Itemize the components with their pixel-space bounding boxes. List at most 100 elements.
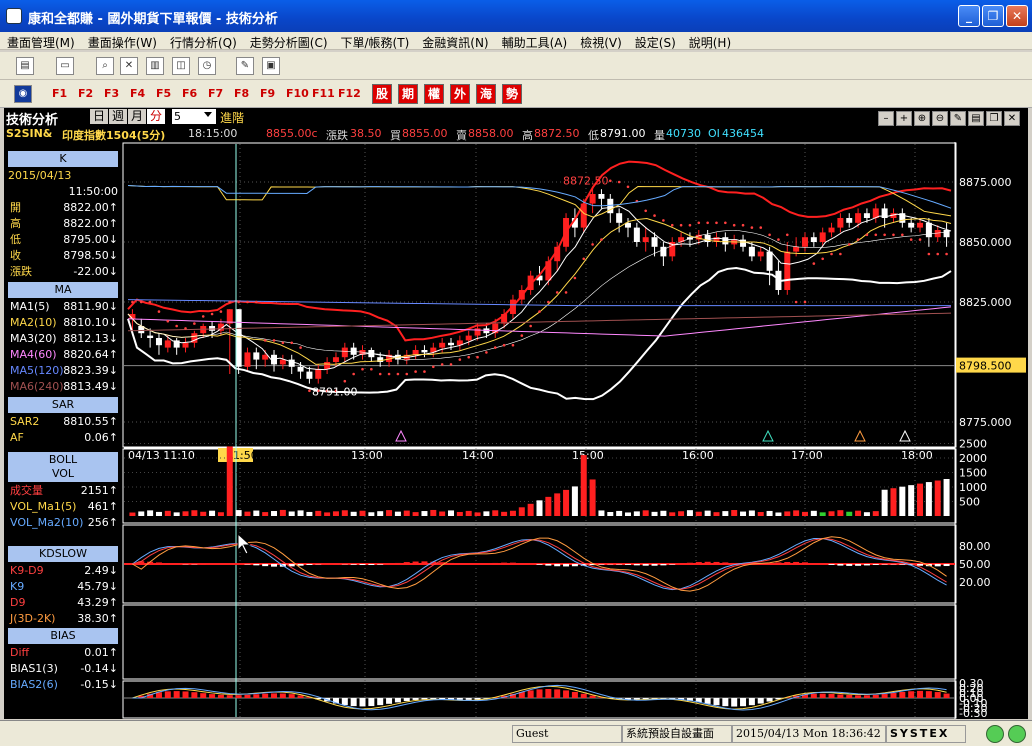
fkey-f2[interactable]: F2: [78, 87, 93, 100]
advanced-link[interactable]: 進階: [220, 109, 244, 126]
sar-dot: [874, 233, 878, 237]
quick-button-5[interactable]: 勢: [502, 84, 522, 104]
fkey-f9[interactable]: F9: [260, 87, 275, 100]
sar-dot: [263, 339, 267, 342]
candle-body: [810, 237, 817, 242]
indicator-row: 漲跌 -22.00↓: [8, 264, 122, 280]
quick-button-2[interactable]: 權: [424, 84, 444, 104]
volume-bar: [598, 510, 605, 516]
candle-body: [589, 194, 596, 204]
kd-diff-bar: [917, 564, 924, 566]
draw-icon[interactable]: ✎: [950, 111, 966, 126]
period-button-2[interactable]: 月: [128, 109, 146, 124]
period-button-0[interactable]: 日: [90, 109, 108, 124]
quote-oi-label: OI: [708, 127, 720, 140]
save-icon[interactable]: ▤: [968, 111, 984, 126]
menu-item-8[interactable]: 設定(S): [628, 32, 682, 51]
quick-button-4[interactable]: 海: [476, 84, 496, 104]
search-icon[interactable]: ⌕: [96, 57, 114, 75]
quick-button-1[interactable]: 期: [398, 84, 418, 104]
sar-dot: [440, 363, 444, 366]
volume-bar: [722, 511, 729, 516]
panel-header[interactable]: SAR: [8, 397, 118, 413]
kd-diff-bar: [536, 564, 543, 565]
bias-bar: [527, 690, 534, 698]
panel-header[interactable]: K: [8, 151, 118, 167]
fkey-f4[interactable]: F4: [130, 87, 145, 100]
panel-header[interactable]: VOL: [8, 466, 118, 482]
menu-item-2[interactable]: 行情分析(Q): [163, 32, 243, 51]
fkey-f6[interactable]: F6: [182, 87, 197, 100]
menu-item-9[interactable]: 說明(H): [682, 32, 737, 51]
bias-bar: [262, 693, 269, 698]
cascade-icon[interactable]: ◫: [172, 57, 190, 75]
menu-item-1[interactable]: 畫面操作(W): [81, 32, 163, 51]
window-title: 康和全都賺 - 國外期貨下單報價 - 技術分析: [28, 12, 278, 27]
menu-item-0[interactable]: 畫面管理(M): [0, 32, 81, 51]
kd-diff-bar: [306, 564, 313, 565]
zoom-out-icon[interactable]: ⊖: [932, 111, 948, 126]
monitor-icon[interactable]: ▭: [56, 57, 74, 75]
close-window-icon[interactable]: ✕: [120, 57, 138, 75]
chart-area[interactable]: 8875.000 8850.000 8825.000 8775.000 8798.500…: [122, 142, 1028, 719]
kd-diff-bar: [554, 564, 561, 567]
fkey-f12[interactable]: F12: [338, 87, 361, 100]
zoom-in-icon[interactable]: ⊕: [914, 111, 930, 126]
indicator-value: 461↑: [87, 500, 118, 513]
period-button-3[interactable]: 分: [147, 109, 165, 124]
note-icon[interactable]: ▣: [262, 57, 280, 75]
period-button-1[interactable]: 週: [109, 109, 127, 124]
close-icon[interactable]: ✕: [1004, 111, 1020, 126]
menu-item-3[interactable]: 走勢分析圖(C): [243, 32, 334, 51]
candle-body: [651, 237, 658, 247]
kd-diff-bar: [271, 564, 278, 567]
panel-header[interactable]: BIAS: [8, 628, 118, 644]
ma5-line: [127, 205, 952, 371]
minimize-button[interactable]: _: [958, 5, 980, 27]
fkey-f1[interactable]: F1: [52, 87, 67, 100]
volume-bar: [855, 510, 862, 516]
window-list-icon[interactable]: ▤: [16, 57, 34, 75]
indicator-row: MA6(240) 8813.49↓: [8, 379, 122, 395]
volume-bar: [359, 510, 366, 516]
candle-body: [793, 246, 800, 252]
fkey-f10[interactable]: F10: [286, 87, 309, 100]
title-bar: 康和全都賺 - 國外期貨下單報價 - 技術分析 _ ❐ ✕: [0, 0, 1032, 32]
kd-diff-bar: [217, 563, 224, 564]
quick-button-0[interactable]: 股: [372, 84, 392, 104]
status-user: Guest: [512, 725, 622, 743]
candle-body: [678, 237, 685, 242]
minus-icon[interactable]: –: [878, 111, 894, 126]
fkey-f7[interactable]: F7: [208, 87, 223, 100]
plus-icon[interactable]: +: [896, 111, 912, 126]
close-button[interactable]: ✕: [1006, 5, 1028, 27]
clock-icon[interactable]: ◷: [198, 57, 216, 75]
indicator-value: 8795.00↓: [63, 233, 118, 246]
sar-dot: [892, 233, 895, 237]
fkey-f5[interactable]: F5: [156, 87, 171, 100]
kd-diff-bar: [545, 564, 552, 566]
indicator-value: -0.15↓: [80, 678, 118, 691]
quick-button-3[interactable]: 外: [450, 84, 470, 104]
indicator-value: 2.49↓: [84, 564, 118, 577]
bias-bar: [288, 694, 295, 698]
maximize-button[interactable]: ❐: [982, 5, 1004, 27]
pen-icon[interactable]: ✎: [236, 57, 254, 75]
fkey-f11[interactable]: F11: [312, 87, 335, 100]
indicator-value: 8813.49↓: [63, 380, 118, 393]
panel-header[interactable]: MA: [8, 282, 118, 298]
menu-item-5[interactable]: 金融資訊(N): [415, 32, 494, 51]
menu-item-7[interactable]: 檢視(V): [573, 32, 628, 51]
fkey-f8[interactable]: F8: [234, 87, 249, 100]
restore-icon[interactable]: ❐: [986, 111, 1002, 126]
tile-icon[interactable]: ▥: [146, 57, 164, 75]
quote-vol-label: 量: [654, 129, 665, 142]
menu-item-4[interactable]: 下單/帳務(T): [334, 32, 416, 51]
kd-axis-label: 20.00: [959, 576, 991, 589]
menu-item-6[interactable]: 輔助工具(A): [495, 32, 574, 51]
volume-bar: [306, 511, 313, 516]
fkey-f3[interactable]: F3: [104, 87, 119, 100]
panel-header[interactable]: KDSLOW: [8, 546, 118, 562]
price-axis-label: 8875.000: [959, 176, 1012, 189]
volume-bar: [908, 485, 915, 516]
